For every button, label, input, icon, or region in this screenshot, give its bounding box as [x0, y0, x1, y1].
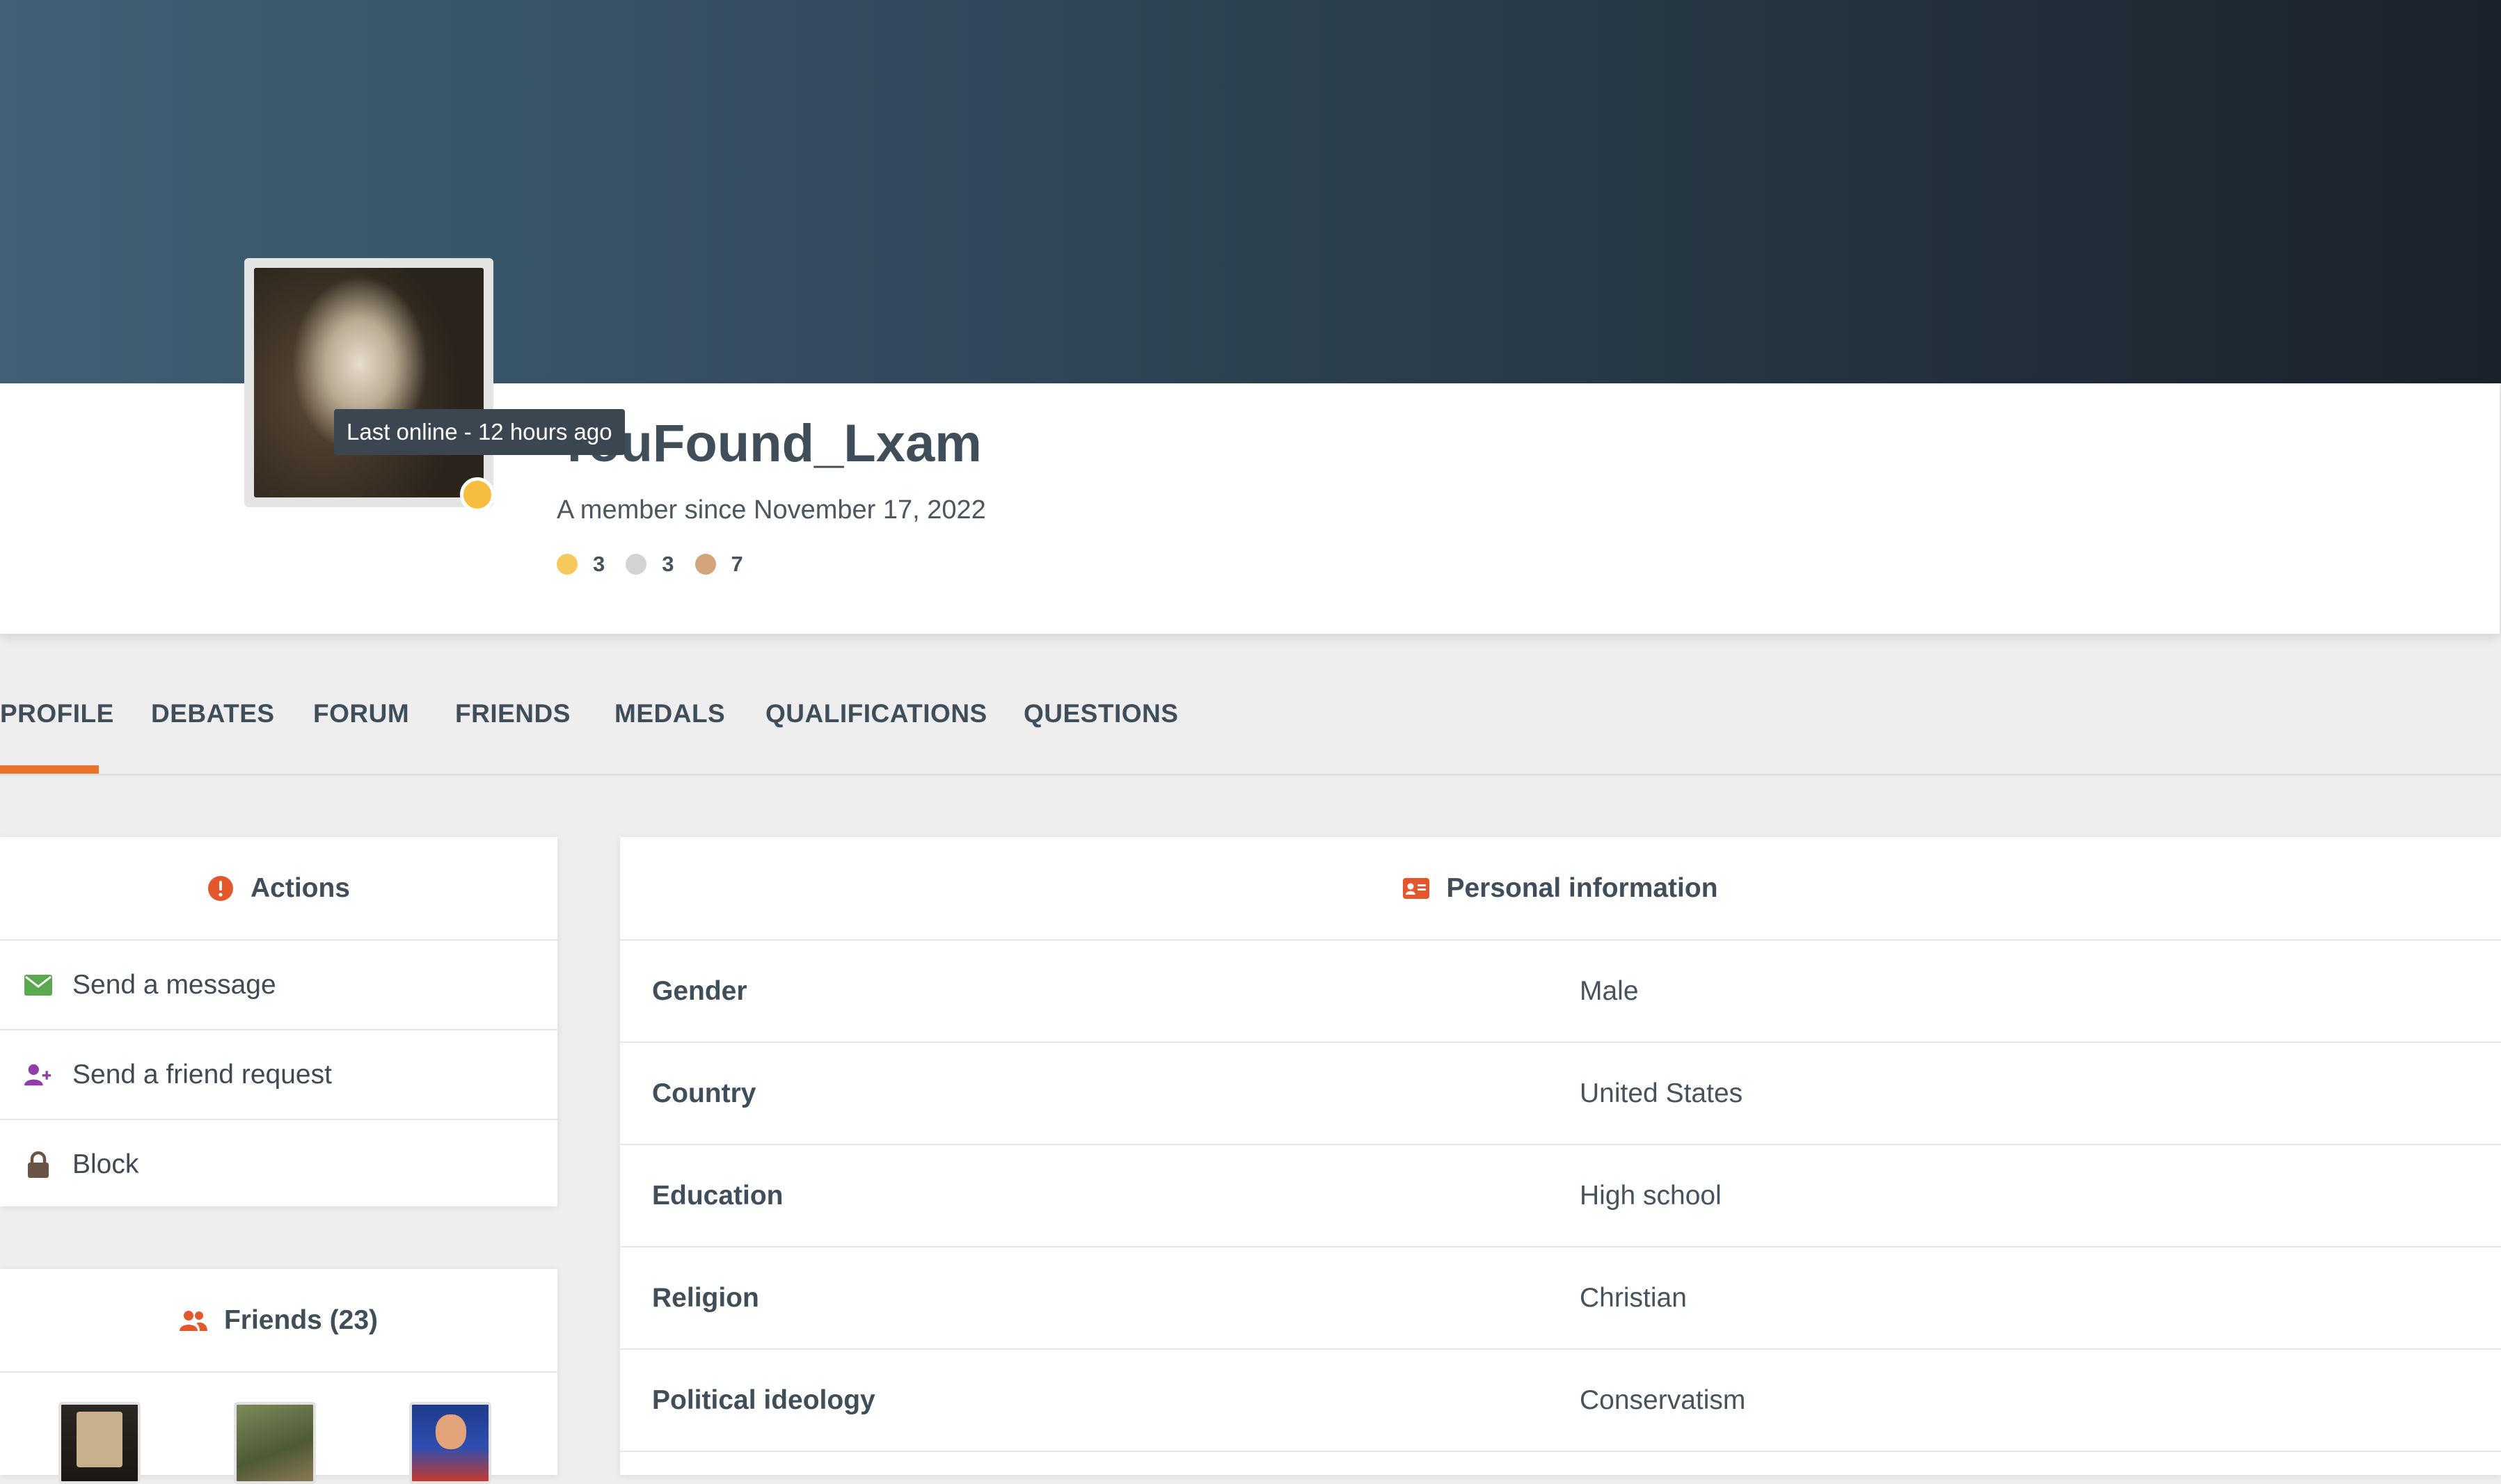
avatar[interactable] — [244, 258, 493, 507]
tab-qualifications[interactable]: QUALIFICATIONS — [765, 686, 987, 774]
info-value: United States — [1580, 1078, 1743, 1108]
gold-medal-icon — [557, 554, 578, 575]
info-row-education: Education High school — [620, 1145, 2501, 1247]
bronze-medal-icon — [694, 554, 716, 575]
info-label: Country — [652, 1078, 756, 1108]
friends-card-title: Friends (23) — [223, 1305, 379, 1335]
personal-information-card: Personal information Gender Male Country… — [620, 837, 2501, 1475]
block-label: Block — [72, 1149, 139, 1179]
tab-friends[interactable]: FRIENDS — [455, 686, 571, 774]
user-plus-icon — [24, 1063, 53, 1087]
friend-avatar-1[interactable] — [58, 1402, 141, 1484]
medal-bronze-count: 7 — [731, 552, 743, 576]
tab-questions[interactable]: QUESTIONS — [1024, 686, 1178, 774]
online-status-dot[interactable] — [460, 477, 495, 512]
member-since-text: A member since November 17, 2022 — [557, 495, 986, 525]
envelope-icon — [24, 974, 53, 996]
info-label: Gender — [652, 976, 747, 1006]
alert-circle-icon — [207, 875, 234, 902]
send-message-button[interactable]: Send a message — [0, 941, 557, 1030]
medal-bronze[interactable]: 7 — [694, 552, 743, 577]
medal-gold-count: 3 — [593, 552, 605, 576]
tab-profile[interactable]: PROFILE — [0, 686, 113, 774]
actions-card-header: Actions — [0, 837, 557, 941]
tab-medals[interactable]: MEDALS — [614, 686, 725, 774]
send-friend-request-button[interactable]: Send a friend request — [0, 1030, 557, 1120]
info-value: High school — [1580, 1181, 1722, 1211]
info-value: Conservatism — [1580, 1385, 1746, 1415]
friend-avatar-1-figure — [77, 1412, 122, 1467]
silver-medal-icon — [626, 554, 647, 575]
medal-gold[interactable]: 3 — [557, 552, 605, 577]
users-icon — [179, 1310, 207, 1331]
send-message-label: Send a message — [72, 969, 276, 1000]
block-button[interactable]: Block — [0, 1120, 557, 1208]
id-card-icon — [1403, 877, 1430, 899]
personal-information-header: Personal information — [620, 837, 2501, 941]
medal-silver[interactable]: 3 — [626, 552, 674, 577]
info-row-religion: Religion Christian — [620, 1247, 2501, 1350]
friend-avatar-2[interactable] — [234, 1402, 316, 1484]
info-row-gender: Gender Male — [620, 941, 2501, 1043]
friends-card-header[interactable]: Friends (23) — [0, 1269, 557, 1373]
friend-avatar-3-face — [436, 1414, 466, 1449]
tab-debates[interactable]: DEBATES — [151, 686, 275, 774]
send-friend-request-label: Send a friend request — [72, 1059, 332, 1090]
medal-summary: 3 3 7 — [557, 552, 764, 577]
profile-tabs: PROFILE DEBATES FORUM FRIENDS MEDALS QUA… — [0, 686, 2501, 776]
info-row-political-ideology: Political ideology Conservatism — [620, 1350, 2501, 1452]
info-value: Christian — [1580, 1283, 1687, 1313]
info-label: Political ideology — [652, 1385, 875, 1415]
personal-information-title: Personal information — [1446, 872, 1718, 903]
info-value: Male — [1580, 976, 1639, 1006]
info-row-country: Country United States — [620, 1043, 2501, 1145]
lock-icon — [24, 1151, 53, 1179]
info-label: Religion — [652, 1283, 759, 1313]
medal-silver-count: 3 — [662, 552, 674, 576]
actions-card-title: Actions — [250, 872, 350, 903]
friend-avatar-3[interactable] — [409, 1402, 491, 1484]
avatar-image — [254, 268, 484, 497]
actions-card: Actions Send a message Send a friend req… — [0, 837, 557, 1206]
tab-forum[interactable]: FORUM — [313, 686, 409, 774]
last-online-tooltip: Last online - 12 hours ago — [334, 409, 625, 455]
info-label: Education — [652, 1181, 784, 1211]
